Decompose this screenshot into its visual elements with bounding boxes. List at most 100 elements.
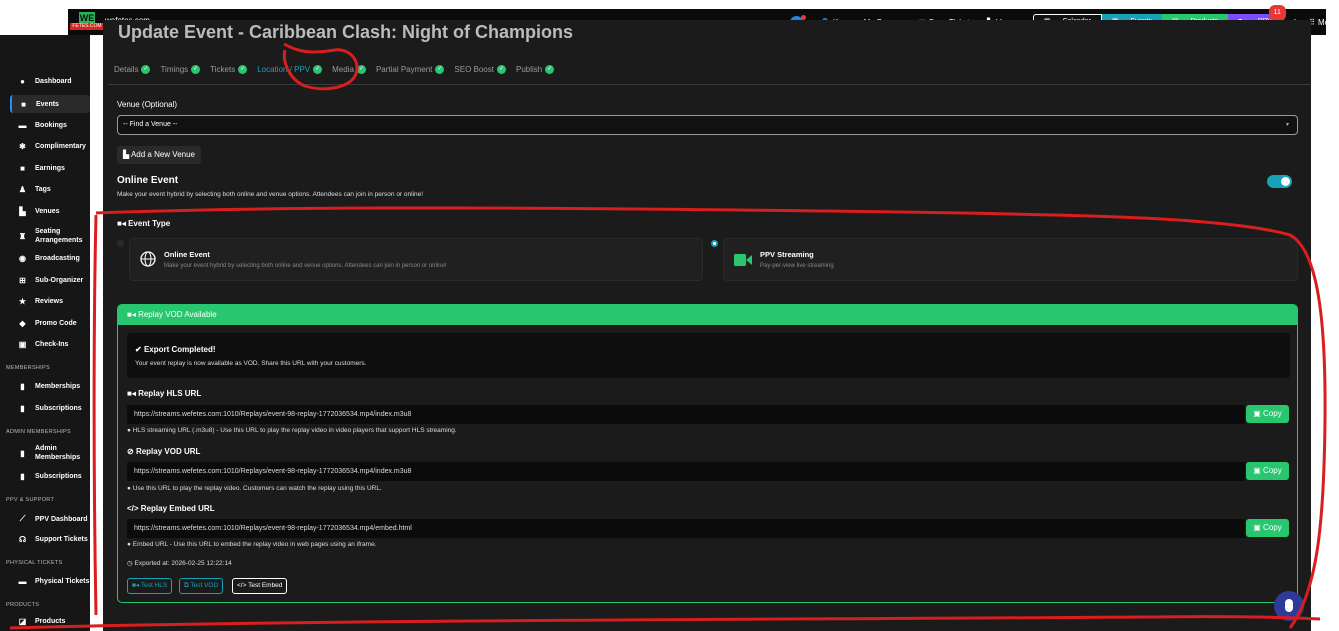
replay-hls-url-field[interactable]: https://streams.wefetes.com:1010/Replays… xyxy=(127,405,1245,424)
tab-media[interactable]: Media ✓ xyxy=(332,65,366,74)
sidebar-item-broadcasting[interactable]: ◉ Broadcasting xyxy=(18,254,80,263)
online-event-toggle[interactable] xyxy=(1267,175,1292,188)
venue-label: Venue (Optional) xyxy=(117,100,178,109)
copy-icon: ▣ xyxy=(1253,523,1264,532)
sidebar-item-earnings[interactable]: ■ Earnings xyxy=(18,164,65,173)
check-icon: ✓ xyxy=(545,65,555,74)
video-icon: ■◂ xyxy=(117,219,129,228)
ppv-streaming-card[interactable]: PPV Streaming Pay-per-view live streamin… xyxy=(723,238,1298,281)
venue-select[interactable]: -- Find a Venue -- ▾ xyxy=(117,115,1298,135)
chat-widget-button[interactable] xyxy=(1274,591,1304,621)
checkin-icon: ▣ xyxy=(18,340,27,349)
sidebar-item-label: Memberships xyxy=(35,383,81,390)
tab-seo-boost[interactable]: SEO Boost ✓ xyxy=(454,65,506,74)
replay-hls-hint-text: HLS streaming URL (.m3u8) - Use this URL… xyxy=(132,427,457,434)
copy-vod-button[interactable]: ▣ Copy xyxy=(1246,462,1289,480)
video-icon: ■◂ xyxy=(127,310,139,319)
sidebar-section-physical-tickets: PHYSICAL TICKETS xyxy=(6,560,63,566)
tab-location-ppv[interactable]: Location / PPV ✓ xyxy=(257,65,323,74)
tab-label: Tickets xyxy=(210,65,236,74)
code-icon: </> xyxy=(237,582,249,589)
sidebar-item-dashboard[interactable]: ● Dashboard xyxy=(18,77,72,86)
calendar-icon: ■ xyxy=(21,99,26,109)
online-event-radio[interactable] xyxy=(117,240,124,247)
sidebar-item-label: Sub-Organizer xyxy=(35,277,84,284)
sidebar-item-complimentary[interactable]: ✱ Complimentary xyxy=(18,142,86,151)
check-icon: ✓ xyxy=(141,65,151,74)
step-tabs: Details ✓ Timings ✓ Tickets ✓ Location / PP… xyxy=(114,65,555,74)
sidebar-item-label: Reviews xyxy=(35,298,64,305)
sidebar-item-label: Complimentary xyxy=(35,143,86,150)
sidebar-item-label: Support Tickets xyxy=(35,536,88,543)
sidebar-item-memberships[interactable]: ▮ Memberships xyxy=(18,382,80,391)
copy-label: Copy xyxy=(1263,409,1282,418)
replay-vod-url-field[interactable]: https://streams.wefetes.com:1010/Replays… xyxy=(127,462,1245,481)
copy-embed-button[interactable]: ▣ Copy xyxy=(1246,519,1289,537)
sidebar-item-tags[interactable]: ♟ Tags xyxy=(18,185,51,194)
online-event-description: Make your event hybrid by selecting both… xyxy=(117,191,424,198)
online-event-card-desc: Make your event hybrid by selecting both… xyxy=(164,263,447,269)
star-icon: ★ xyxy=(18,297,27,306)
tab-label: Location / PPV xyxy=(257,65,311,74)
sidebar-item-sub-organizer[interactable]: ⊞ Sub-Organizer xyxy=(18,276,83,285)
sidebar-item-bookings[interactable]: ▬ Bookings xyxy=(18,121,67,130)
sidebar-item-label: Dashboard xyxy=(35,78,72,85)
copy-hls-button[interactable]: ▣ Copy xyxy=(1246,405,1289,423)
tab-details[interactable]: Details ✓ xyxy=(114,65,151,74)
add-venue-button[interactable]: ▙ Add a New Venue xyxy=(117,146,201,164)
ppv-count-badge: 11 xyxy=(1268,5,1286,21)
export-completed-desc: Your event replay is now available as VO… xyxy=(135,360,367,367)
chair-icon: ♜ xyxy=(18,231,27,241)
replay-vod-panel: ■◂ Replay VOD Available ✔ Export Complet… xyxy=(117,304,1298,603)
sidebar-item-products[interactable]: ◪ Products xyxy=(18,617,66,626)
test-embed-label: Test Embed xyxy=(248,582,283,589)
sidebar-item-ppv-dashboard[interactable]: ⟋ PPV Dashboard xyxy=(18,514,88,524)
code-icon: </> xyxy=(127,504,141,513)
export-completed-title: ✔ Export Completed! xyxy=(135,345,216,354)
tab-timings[interactable]: Timings ✓ xyxy=(160,65,201,74)
sidebar-item-venues[interactable]: ▙ Venues xyxy=(18,207,59,216)
online-event-card[interactable]: Online Event Make your event hybrid by s… xyxy=(129,238,703,281)
tab-label: Partial Payment xyxy=(375,65,433,74)
replay-embed-label: Replay Embed URL xyxy=(140,504,215,513)
more-menu[interactable]: ⠿More▾ xyxy=(1309,18,1339,27)
sidebar-item-label: Physical Tickets xyxy=(35,578,90,585)
brand-logo[interactable]: WE FETES.COM xyxy=(70,12,104,32)
sidebar-item-admin-memberships[interactable]: ▮ Admin Memberships xyxy=(18,444,90,462)
test-vod-label: Test VOD xyxy=(190,582,219,589)
test-hls-button[interactable]: ■◂ Test HLS xyxy=(127,578,173,594)
replay-embed-url-field[interactable]: https://streams.wefetes.com:1010/Replays… xyxy=(127,519,1245,538)
sidebar-item-support-tickets[interactable]: ☊ Support Tickets xyxy=(18,535,88,544)
test-embed-button[interactable]: </> Test Embed xyxy=(232,578,288,594)
more-label: More xyxy=(1317,17,1337,27)
video-icon: ■◂ xyxy=(127,389,139,398)
exported-at: ◷ Exported at: 2026-02-25 12:22:14 xyxy=(127,559,232,567)
sidebar-item-label: Events xyxy=(36,100,59,108)
sidebar-item-label: Tags xyxy=(35,186,51,193)
sidebar-item-subscriptions[interactable]: ▮ Subscriptions xyxy=(18,404,81,413)
sidebar-item-label: Earnings xyxy=(35,165,65,172)
sidebar-item-label: Seating Arrangements xyxy=(35,228,83,244)
sidebar-item-label: Admin Memberships xyxy=(35,445,81,461)
tab-partial-payment[interactable]: Partial Payment ✓ xyxy=(375,65,445,74)
sidebar-item-admin-subscriptions[interactable]: ▮ Subscriptions xyxy=(18,472,81,481)
sidebar-item-promo-code[interactable]: ◆ Promo Code xyxy=(18,319,76,328)
replay-vod-header-label: Replay VOD Available xyxy=(138,310,217,319)
replay-vod-title: ⊘ Replay VOD URL xyxy=(127,447,200,456)
sidebar-item-check-ins[interactable]: ▣ Check-Ins xyxy=(18,340,69,349)
ppv-streaming-radio[interactable] xyxy=(711,240,718,247)
sidebar-item-label: Check-Ins xyxy=(35,341,69,348)
ticket-icon: ▬ xyxy=(18,121,27,130)
info-icon: ● xyxy=(20,77,25,86)
test-hls-label: Test HLS xyxy=(140,582,168,589)
tab-tickets[interactable]: Tickets ✓ xyxy=(210,65,248,74)
sidebar-item-seating[interactable]: ♜ Seating Arrangements xyxy=(18,227,90,245)
sidebar-item-physical-tickets[interactable]: ▬ Physical Tickets xyxy=(18,577,90,586)
copy-icon: ▣ xyxy=(1253,466,1264,475)
tab-publish[interactable]: Publish ✓ xyxy=(515,65,555,74)
tab-label: Publish xyxy=(515,65,543,74)
sidebar-item-reviews[interactable]: ★ Reviews xyxy=(18,297,63,306)
sidebar-item-events[interactable]: ■ Events xyxy=(10,95,90,113)
ticket-icon: ▬ xyxy=(18,577,27,586)
test-vod-button[interactable]: ⧉ Test VOD xyxy=(179,578,224,594)
